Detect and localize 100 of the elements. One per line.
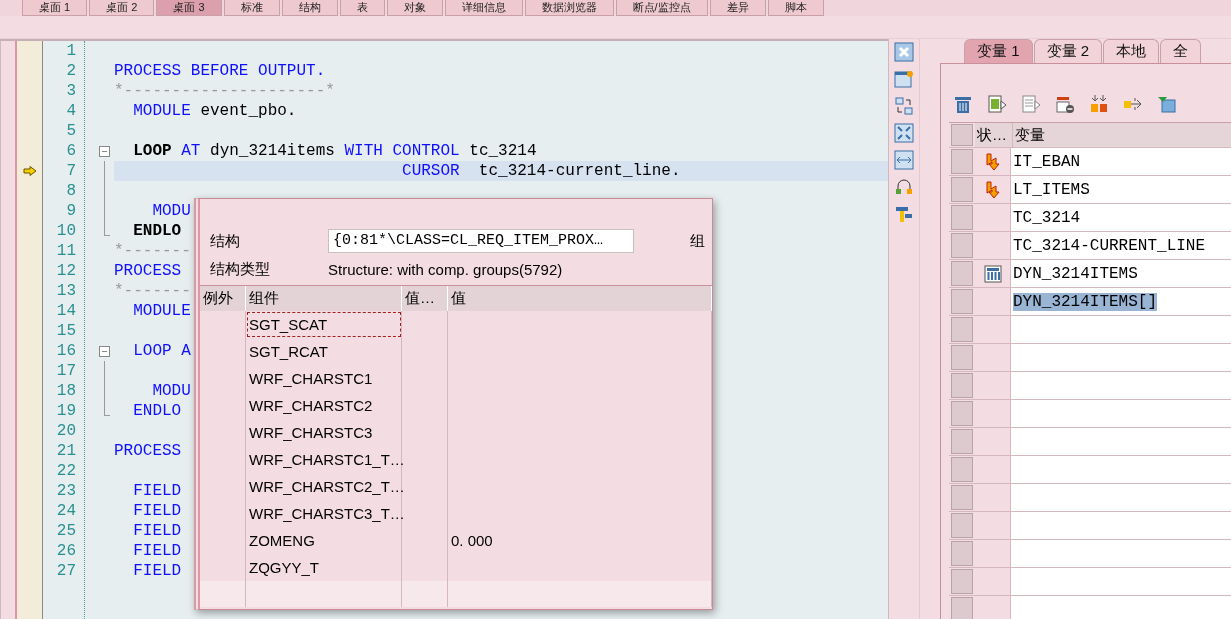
row-selector[interactable] — [951, 345, 973, 370]
code-line: MODULE — [132, 301, 191, 321]
code-line: PROCESS — [114, 261, 182, 281]
line-number: 23 — [55, 481, 77, 501]
table-cell[interactable]: WRF_CHARSTC3_T… — [246, 500, 402, 527]
resize-width-icon[interactable] — [894, 150, 914, 170]
document-arrow-icon[interactable] — [1021, 94, 1041, 114]
desktop-tab[interactable]: 数据浏览器 — [524, 0, 614, 16]
row-selector[interactable] — [951, 177, 973, 202]
line-number: 5 — [65, 121, 77, 141]
filter-icon[interactable] — [1157, 94, 1177, 114]
desktop-tab[interactable]: 桌面 1 — [22, 0, 88, 16]
column-header[interactable]: 值 — [448, 286, 712, 311]
row-selector[interactable] — [951, 401, 973, 426]
row-selector[interactable] — [951, 457, 973, 482]
table-cell[interactable]: WRF_CHARSTC2 — [246, 392, 402, 419]
variable-name[interactable]: LT_ITEMS — [1013, 180, 1090, 199]
code-line: LOOP AT dyn_3214items WITH CONTROL tc_3214 — [132, 141, 537, 161]
line-number: 22 — [55, 461, 77, 481]
merge-icon[interactable] — [1089, 94, 1109, 114]
variable-name[interactable]: DYN_3214ITEMS[] — [1013, 292, 1158, 311]
structure-field[interactable]: {0:81*\CLASS=CL_REQ_ITEM_PROX… — [328, 229, 634, 253]
table-cell[interactable]: SGT_RCAT — [246, 338, 402, 365]
column-header[interactable]: 值… — [402, 286, 448, 311]
table-cell[interactable]: WRF_CHARSTC3 — [246, 419, 402, 446]
table-cell[interactable]: WRF_CHARSTC2_T… — [246, 473, 402, 500]
desktop-tab[interactable]: 详细信息 — [444, 0, 523, 16]
variable-name[interactable]: TC_3214 — [1013, 208, 1081, 227]
desktop-tab[interactable]: 结构 — [281, 0, 338, 16]
desktop-tab[interactable]: 差异 — [709, 0, 766, 16]
maximize-icon[interactable] — [894, 123, 914, 143]
line-number: 19 — [55, 401, 77, 421]
table-cell[interactable]: WRF_CHARSTC1 — [246, 365, 402, 392]
column-header[interactable]: 例外 — [200, 286, 246, 311]
code-line: MODULE event_pbo. — [132, 101, 297, 121]
line-number: 14 — [55, 301, 77, 321]
variable-name[interactable]: TC_3214-CURRENT_LINE — [1013, 236, 1206, 255]
variable-name[interactable]: DYN_3214ITEMS — [1013, 264, 1138, 283]
variables-tab[interactable]: 全 — [1160, 39, 1202, 63]
line-number: 1 — [65, 41, 77, 61]
table-cell: 0. 000 — [448, 527, 712, 554]
line-number: 9 — [65, 201, 77, 221]
row-selector[interactable] — [951, 261, 973, 286]
code-line: LOOP A — [132, 341, 191, 361]
code-line: MODU — [151, 381, 191, 401]
row-selector[interactable] — [951, 233, 973, 258]
row-selector[interactable] — [951, 513, 973, 538]
code-line: *------- — [114, 281, 191, 301]
table-cell[interactable]: WRF_CHARSTC1_T… — [246, 446, 402, 473]
row-selector[interactable] — [951, 597, 973, 619]
row-selector[interactable] — [951, 429, 973, 454]
swap-icon[interactable] — [894, 96, 914, 116]
new-window-icon[interactable] — [894, 69, 914, 89]
line-number: 7 — [65, 161, 77, 181]
close-icon[interactable] — [894, 42, 914, 62]
line-number: 3 — [65, 81, 77, 101]
code-line: CURSOR tc_3214-current_line. — [401, 161, 681, 181]
collapse-icon[interactable] — [99, 346, 110, 357]
row-selector[interactable] — [951, 149, 973, 174]
code-line: *---------------------* — [114, 81, 335, 101]
code-line: PROCESS — [114, 441, 182, 461]
document-play-icon[interactable] — [987, 94, 1007, 114]
variables-tab[interactable]: 变量 2 — [1033, 39, 1103, 63]
remove-row-icon[interactable] — [1055, 94, 1075, 114]
code-line: *------- — [114, 241, 191, 261]
column-header[interactable]: 状… — [975, 123, 1013, 147]
desktop-tab[interactable]: 脚本 — [767, 0, 824, 16]
desktop-tab[interactable]: 桌面 2 — [89, 0, 155, 16]
row-selector[interactable] — [951, 289, 973, 314]
desktop-tab[interactable]: 桌面 3 — [156, 0, 222, 16]
headset-icon[interactable] — [894, 177, 914, 197]
code-line: FIELD — [132, 521, 182, 541]
desktop-tab[interactable]: 表 — [339, 0, 385, 16]
desktop-tab[interactable]: 对象 — [386, 0, 443, 16]
row-selector[interactable] — [951, 205, 973, 230]
trash-icon[interactable] — [953, 94, 973, 114]
line-number: 17 — [55, 361, 77, 381]
line-number: 4 — [65, 101, 77, 121]
row-selector[interactable] — [951, 569, 973, 594]
line-number: 21 — [55, 441, 77, 461]
desktop-tab[interactable]: 断点/监控点 — [615, 0, 708, 16]
table-cell[interactable]: ZOMENG — [246, 527, 402, 554]
row-selector[interactable] — [951, 541, 973, 566]
variables-tab[interactable]: 变量 1 — [964, 39, 1033, 63]
row-selector[interactable] — [951, 373, 973, 398]
collapse-icon[interactable] — [99, 146, 110, 157]
desktop-tab[interactable]: 标准 — [223, 0, 280, 16]
row-selector[interactable] — [951, 485, 973, 510]
breakpoint-gutter[interactable] — [17, 41, 43, 619]
tools-icon[interactable] — [894, 204, 914, 224]
variables-tab[interactable]: 本地 — [1103, 39, 1160, 63]
line-number: 12 — [55, 261, 77, 281]
table-cell[interactable]: SGT_SCAT — [246, 311, 402, 338]
variable-name[interactable]: IT_EBAN — [1013, 152, 1081, 171]
column-header[interactable]: 组件 — [246, 286, 402, 311]
column-header[interactable]: 变量 — [1013, 123, 1231, 147]
code-line: ENDLO — [132, 401, 182, 421]
select-all-button[interactable] — [951, 124, 973, 146]
row-selector[interactable] — [951, 317, 973, 342]
code-line: FIELD — [132, 501, 182, 521]
